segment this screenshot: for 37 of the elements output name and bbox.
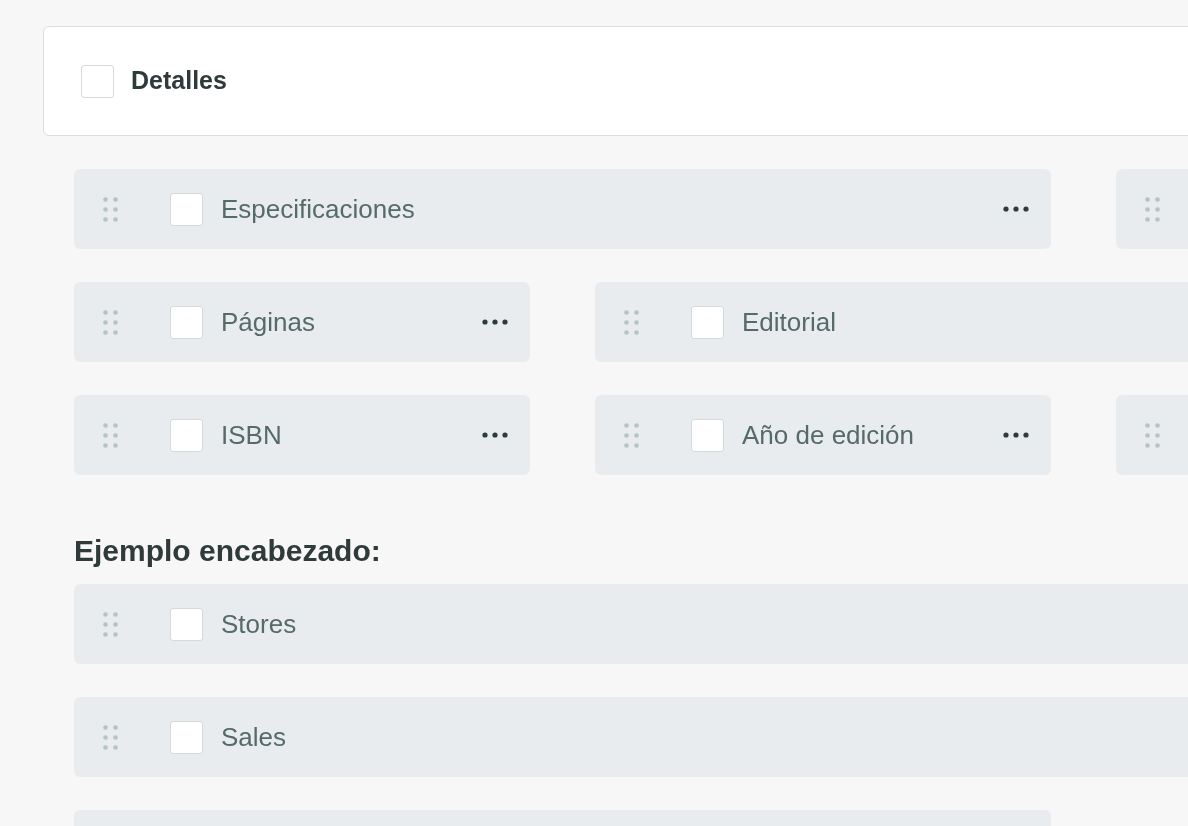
more-options-icon[interactable] [482, 432, 508, 438]
drag-handle-icon[interactable] [1145, 422, 1160, 448]
field-row[interactable]: Stores [74, 584, 1188, 664]
field-label: ISBN [221, 418, 282, 452]
checkbox[interactable] [170, 418, 203, 452]
section-heading: Ejemplo encabezado: [74, 533, 382, 569]
drag-handle-icon[interactable] [624, 422, 639, 448]
drag-handle-icon[interactable] [103, 724, 118, 750]
drag-handle-icon[interactable] [103, 196, 118, 222]
checkbox[interactable] [691, 418, 724, 452]
drag-handle-icon[interactable] [103, 611, 118, 637]
drag-handle-icon[interactable] [103, 309, 118, 335]
drag-handle-icon[interactable] [624, 309, 639, 335]
field-row[interactable]: Año de edición [595, 395, 1051, 475]
field-row[interactable]: Editorial [595, 282, 1188, 362]
more-options-icon[interactable] [1003, 432, 1029, 438]
field-label: Páginas [221, 305, 315, 339]
field-label: Sales [221, 720, 287, 754]
field-row[interactable]: Páginas [74, 282, 530, 362]
field-label: Stores [221, 607, 297, 641]
field-label: Año de edición [742, 418, 915, 452]
field-label: Editorial [742, 305, 836, 339]
more-options-icon[interactable] [482, 319, 508, 325]
drag-handle-icon[interactable] [1145, 196, 1160, 222]
checkbox[interactable] [170, 720, 203, 754]
field-label: Especificaciones [221, 192, 415, 226]
checkbox[interactable] [170, 607, 203, 641]
card-title: Detalles [131, 65, 227, 97]
checkbox[interactable] [691, 305, 724, 339]
more-options-icon[interactable] [1003, 206, 1029, 212]
checkbox[interactable] [81, 64, 114, 98]
field-row[interactable]: ISBN [74, 395, 530, 475]
checkbox[interactable] [170, 305, 203, 339]
drag-handle-icon[interactable] [103, 422, 118, 448]
checkbox[interactable] [170, 192, 203, 226]
field-row[interactable]: Sales [74, 697, 1188, 777]
field-row[interactable]: Especificaciones [74, 169, 1051, 249]
